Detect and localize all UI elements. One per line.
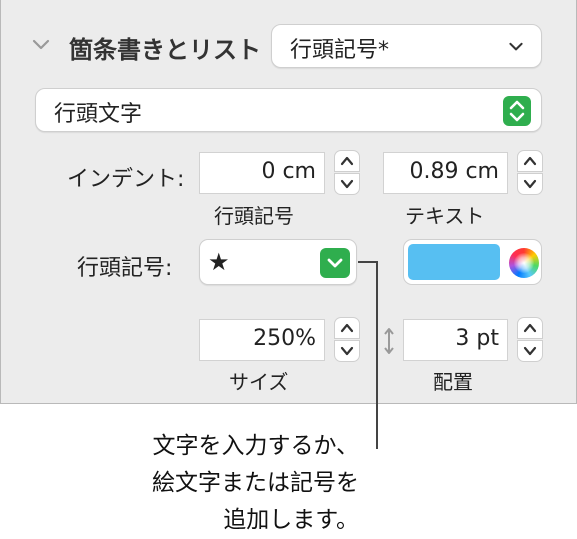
callout-line-1: 文字を入力するか、 xyxy=(152,433,359,459)
callout-leader-horizontal xyxy=(358,261,378,263)
stepper-up[interactable] xyxy=(334,317,360,339)
text-indent-stepper[interactable] xyxy=(517,150,543,196)
stepper-up[interactable] xyxy=(517,317,543,339)
chevron-down-icon xyxy=(523,179,537,189)
callout-line-2: 絵文字または記号を xyxy=(152,470,359,496)
bullet-type-popup[interactable]: 行頭文字 xyxy=(35,88,542,132)
stepper-down[interactable] xyxy=(334,173,360,195)
callout-leader-vertical xyxy=(376,261,378,449)
chevron-down-icon[interactable] xyxy=(320,248,350,278)
chevron-down-icon xyxy=(523,346,537,356)
size-caption: サイズ xyxy=(229,370,289,394)
text-indent-field[interactable]: 0.89 cm xyxy=(383,152,508,194)
chevron-down-icon[interactable] xyxy=(31,38,51,52)
chevron-up-icon xyxy=(340,323,354,333)
stepper-down[interactable] xyxy=(517,340,543,362)
text-indent-caption: テキスト xyxy=(405,204,485,228)
updown-chevron-icon[interactable] xyxy=(503,96,531,126)
section-title: 箇条書きとリスト xyxy=(69,36,261,64)
callout-line-3: 追加します。 xyxy=(223,507,359,533)
chevron-down-icon xyxy=(340,346,354,356)
align-stepper[interactable] xyxy=(517,317,543,363)
bullet-label: 行頭記号: xyxy=(77,256,173,281)
stepper-up[interactable] xyxy=(334,150,360,172)
align-field[interactable]: 3 pt xyxy=(403,319,508,361)
chevron-down-icon xyxy=(509,42,523,51)
stepper-down[interactable] xyxy=(334,340,360,362)
vertical-offset-icon xyxy=(384,328,394,354)
bullets-and-lists-panel: 箇条書きとリスト 行頭記号* 行頭文字 インデント: 0 cm 行頭記号 0.8… xyxy=(0,0,577,404)
size-stepper[interactable] xyxy=(334,317,360,363)
bullet-type-value: 行頭文字 xyxy=(54,102,143,127)
bullet-symbol-field[interactable]: ★ xyxy=(199,239,357,285)
stepper-down[interactable] xyxy=(517,173,543,195)
bullet-indent-field[interactable]: 0 cm xyxy=(199,152,325,194)
callout-text: 文字を入力するか、 絵文字または記号を 追加します。 xyxy=(152,428,359,539)
size-field[interactable]: 250% xyxy=(199,319,325,361)
bullet-indent-stepper[interactable] xyxy=(334,150,360,196)
color-swatch[interactable] xyxy=(408,244,500,280)
bullet-indent-value: 0 cm xyxy=(261,159,316,184)
stepper-up[interactable] xyxy=(517,150,543,172)
text-indent-value: 0.89 cm xyxy=(409,159,499,184)
chevron-up-icon xyxy=(523,323,537,333)
color-wheel-icon[interactable] xyxy=(509,248,539,278)
chevron-up-icon xyxy=(340,156,354,166)
size-value: 250% xyxy=(253,326,316,351)
bullet-color-well[interactable] xyxy=(403,239,542,285)
bullet-symbol-value: ★ xyxy=(208,248,230,276)
indent-label: インデント: xyxy=(67,167,185,192)
list-style-popup[interactable]: 行頭記号* xyxy=(271,24,542,68)
list-style-value: 行頭記号* xyxy=(290,38,390,63)
chevron-down-icon xyxy=(340,179,354,189)
chevron-up-icon xyxy=(523,156,537,166)
align-value: 3 pt xyxy=(455,326,499,351)
align-caption: 配置 xyxy=(433,370,473,394)
bullet-indent-caption: 行頭記号 xyxy=(214,204,294,228)
